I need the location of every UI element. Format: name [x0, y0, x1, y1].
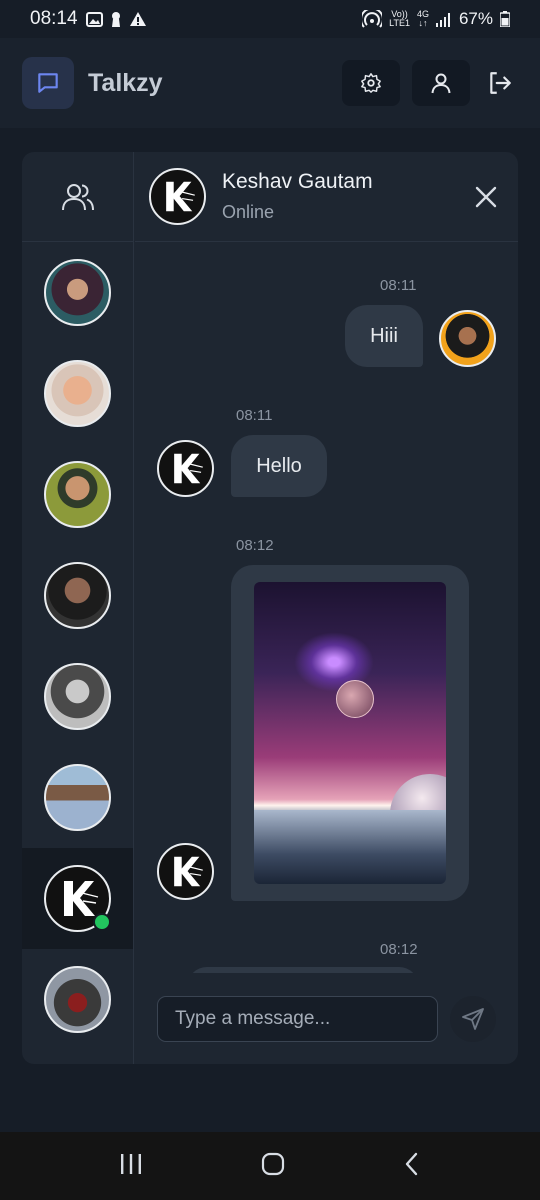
k-logo-icon	[166, 181, 195, 212]
settings-button[interactable]	[342, 60, 400, 106]
status-time: 08:14	[30, 8, 78, 29]
gear-icon	[361, 73, 381, 93]
close-chat-button[interactable]	[468, 179, 504, 215]
chat-card: Keshav Gautam Online 08:11 Hiii 08:11 He…	[22, 152, 518, 1064]
contact-avatar	[157, 440, 214, 497]
recents-icon	[121, 1153, 141, 1174]
users-icon	[61, 183, 94, 210]
back-icon	[405, 1152, 418, 1175]
contact-status: Online	[222, 202, 275, 222]
contact-avatar	[157, 843, 214, 900]
avatar	[44, 562, 111, 629]
message-text: Hello	[256, 454, 302, 477]
my-avatar	[439, 310, 496, 367]
user-icon	[431, 73, 451, 94]
gallery-icon	[85, 11, 103, 27]
chat-header: Keshav Gautam Online	[135, 152, 518, 242]
k-logo-icon	[174, 453, 203, 484]
hotspot-icon	[362, 10, 383, 28]
battery-icon	[500, 11, 510, 27]
moon	[336, 680, 374, 718]
k-logo-icon	[174, 856, 203, 887]
logout-button[interactable]	[482, 60, 518, 106]
contact-avatar[interactable]	[149, 168, 206, 225]
message-time: 08:11	[236, 407, 273, 424]
app-title: Talkzy	[88, 68, 163, 97]
close-icon	[475, 186, 497, 207]
contact-item[interactable]	[22, 747, 133, 848]
home-button[interactable]	[261, 1152, 285, 1181]
message-time: 08:11	[380, 277, 417, 294]
status-bar: 08:14 Vo)) LTE1 4G ↓↑ 67%	[0, 0, 540, 38]
message-bubble[interactable]: Hello	[231, 435, 327, 497]
data-arrows-icon: ↓↑	[418, 18, 428, 28]
message-time: 08:12	[236, 537, 274, 554]
contact-item-keshav[interactable]	[22, 848, 133, 949]
logout-icon	[490, 72, 511, 94]
space-image[interactable]	[254, 582, 446, 884]
contacts-button[interactable]	[22, 152, 133, 242]
contact-item[interactable]	[22, 343, 133, 444]
signal-icon	[435, 12, 450, 27]
contact-item[interactable]	[22, 242, 133, 343]
contact-item[interactable]	[22, 444, 133, 545]
message-time: 08:12	[380, 941, 418, 958]
message-input[interactable]	[157, 996, 439, 1042]
chat-panel: Keshav Gautam Online 08:11 Hiii 08:11 He…	[135, 152, 518, 1064]
avatar	[44, 259, 111, 326]
battery-percent: 67%	[458, 9, 493, 28]
avatar	[44, 764, 111, 831]
app-logo[interactable]	[22, 57, 74, 109]
recent-apps-button[interactable]	[119, 1153, 143, 1180]
message-bubble[interactable]: Hiii	[345, 305, 423, 367]
send-button[interactable]	[450, 996, 496, 1042]
chat-bubble-icon	[38, 73, 58, 93]
avatar	[44, 461, 111, 528]
contact-item[interactable]	[22, 646, 133, 747]
avatar	[44, 966, 111, 1033]
system-nav-bar	[0, 1132, 540, 1200]
message-bubble[interactable]	[187, 967, 419, 973]
message-text: Hiii	[370, 324, 398, 347]
avatar	[44, 663, 111, 730]
clouds	[254, 810, 446, 884]
contact-item[interactable]	[22, 949, 133, 1050]
keyhole-icon	[111, 11, 120, 27]
profile-button[interactable]	[412, 60, 470, 106]
message-composer	[135, 974, 518, 1064]
app-header: Talkzy	[0, 38, 540, 128]
warning-icon	[129, 12, 146, 26]
contact-name: Keshav Gautam	[222, 170, 373, 193]
avatar	[44, 360, 111, 427]
contacts-sidebar	[22, 152, 134, 1064]
home-icon	[261, 1152, 285, 1175]
message-list: 08:11 Hiii 08:11 Hello 08:12 08:12	[135, 243, 518, 973]
lte-label: LTE1	[389, 18, 410, 28]
image-message-bubble[interactable]	[231, 565, 469, 901]
contact-item[interactable]	[22, 545, 133, 646]
back-button[interactable]	[403, 1152, 421, 1181]
online-indicator	[93, 913, 111, 931]
send-icon	[462, 1008, 484, 1030]
